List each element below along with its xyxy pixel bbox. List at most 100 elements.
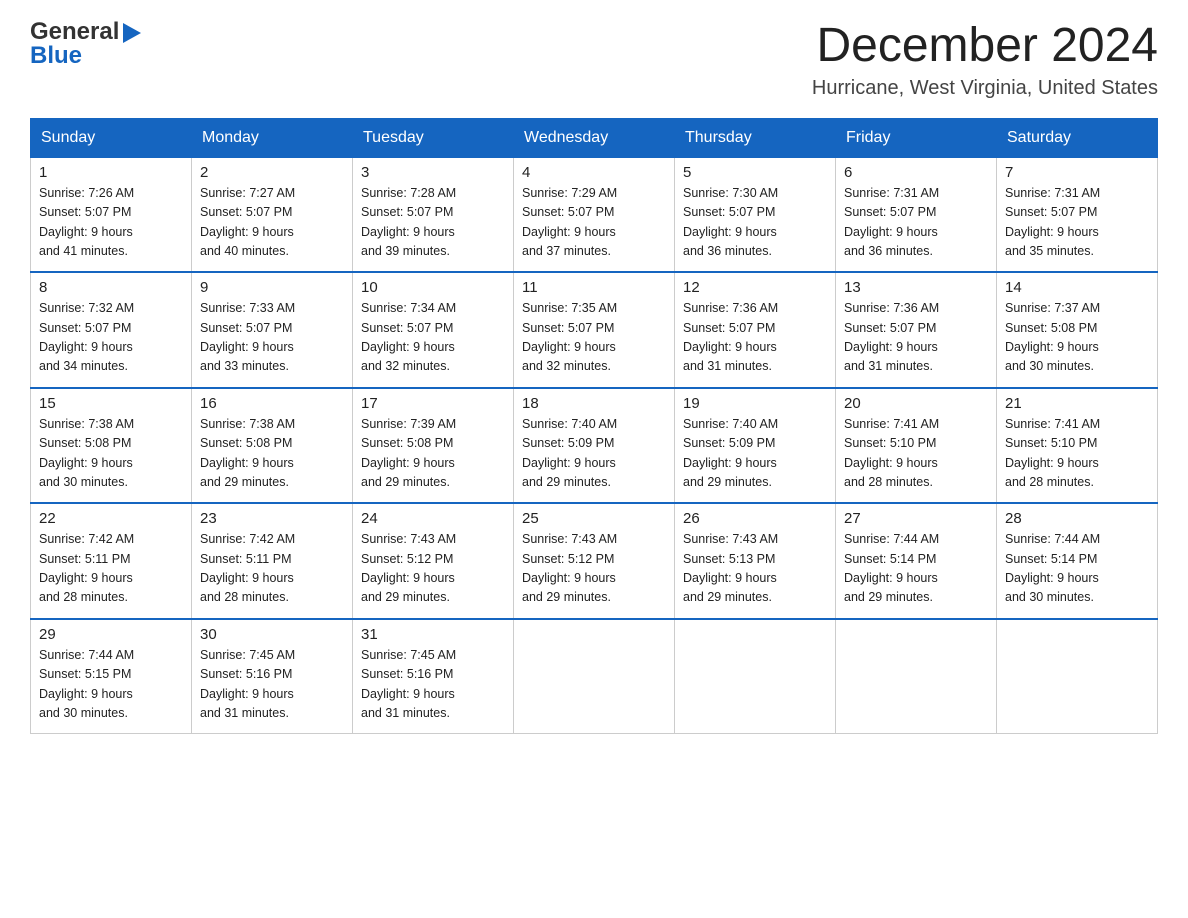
logo-arrow-icon (123, 23, 141, 43)
calendar-cell: 15 Sunrise: 7:38 AMSunset: 5:08 PMDayligh… (31, 388, 192, 504)
week-row-5: 29 Sunrise: 7:44 AMSunset: 5:15 PMDayligh… (31, 619, 1158, 734)
day-number: 29 (39, 626, 183, 643)
calendar-cell: 13 Sunrise: 7:36 AMSunset: 5:07 PMDayligh… (836, 272, 997, 388)
day-info: Sunrise: 7:34 AMSunset: 5:07 PMDaylight:… (361, 299, 505, 377)
day-info: Sunrise: 7:39 AMSunset: 5:08 PMDaylight:… (361, 415, 505, 493)
day-number: 30 (200, 626, 344, 643)
day-number: 21 (1005, 395, 1149, 412)
day-number: 26 (683, 510, 827, 527)
week-row-1: 1Sunrise: 7:26 AMSunset: 5:07 PMDaylight… (31, 157, 1158, 272)
day-number: 4 (522, 164, 666, 181)
day-header-saturday: Saturday (997, 118, 1158, 157)
day-number: 20 (844, 395, 988, 412)
week-row-2: 8Sunrise: 7:32 AMSunset: 5:07 PMDaylight… (31, 272, 1158, 388)
calendar-cell: 25 Sunrise: 7:43 AMSunset: 5:12 PMDayligh… (514, 503, 675, 619)
day-number: 14 (1005, 279, 1149, 296)
calendar-cell: 5Sunrise: 7:30 AMSunset: 5:07 PMDaylight… (675, 157, 836, 272)
day-info: Sunrise: 7:38 AMSunset: 5:08 PMDaylight:… (200, 415, 344, 493)
day-info: Sunrise: 7:27 AMSunset: 5:07 PMDaylight:… (200, 184, 344, 262)
day-number: 22 (39, 510, 183, 527)
day-info: Sunrise: 7:44 AMSunset: 5:15 PMDaylight:… (39, 646, 183, 724)
day-number: 19 (683, 395, 827, 412)
day-info: Sunrise: 7:26 AMSunset: 5:07 PMDaylight:… (39, 184, 183, 262)
day-number: 12 (683, 279, 827, 296)
location-title: Hurricane, West Virginia, United States (812, 77, 1158, 100)
calendar-cell: 10 Sunrise: 7:34 AMSunset: 5:07 PMDayligh… (353, 272, 514, 388)
day-number: 31 (361, 626, 505, 643)
day-info: Sunrise: 7:38 AMSunset: 5:08 PMDaylight:… (39, 415, 183, 493)
calendar-cell: 28Sunrise: 7:44 AMSunset: 5:14 PMDayligh… (997, 503, 1158, 619)
day-number: 25 (522, 510, 666, 527)
day-number: 17 (361, 395, 505, 412)
week-row-3: 15 Sunrise: 7:38 AMSunset: 5:08 PMDayligh… (31, 388, 1158, 504)
day-number: 13 (844, 279, 988, 296)
day-info: Sunrise: 7:30 AMSunset: 5:07 PMDaylight:… (683, 184, 827, 262)
calendar-cell: 21Sunrise: 7:41 AMSunset: 5:10 PMDayligh… (997, 388, 1158, 504)
calendar-table: SundayMondayTuesdayWednesdayThursdayFrid… (30, 118, 1158, 735)
month-title: December 2024 (812, 20, 1158, 73)
day-info: Sunrise: 7:35 AMSunset: 5:07 PMDaylight:… (522, 299, 666, 377)
day-number: 10 (361, 279, 505, 296)
logo-blue: Blue (30, 42, 82, 69)
calendar-cell (836, 619, 997, 734)
day-header-thursday: Thursday (675, 118, 836, 157)
day-number: 3 (361, 164, 505, 181)
day-info: Sunrise: 7:29 AMSunset: 5:07 PMDaylight:… (522, 184, 666, 262)
title-area: December 2024 Hurricane, West Virginia, … (812, 20, 1158, 100)
day-info: Sunrise: 7:40 AMSunset: 5:09 PMDaylight:… (683, 415, 827, 493)
calendar-cell: 20 Sunrise: 7:41 AMSunset: 5:10 PMDayligh… (836, 388, 997, 504)
day-number: 28 (1005, 510, 1149, 527)
page-header: General Blue December 2024 Hurricane, We… (30, 20, 1158, 100)
day-info: Sunrise: 7:43 AMSunset: 5:12 PMDaylight:… (522, 530, 666, 608)
day-info: Sunrise: 7:32 AMSunset: 5:07 PMDaylight:… (39, 299, 183, 377)
day-info: Sunrise: 7:28 AMSunset: 5:07 PMDaylight:… (361, 184, 505, 262)
calendar-cell: 23 Sunrise: 7:42 AMSunset: 5:11 PMDayligh… (192, 503, 353, 619)
day-info: Sunrise: 7:42 AMSunset: 5:11 PMDaylight:… (200, 530, 344, 608)
calendar-cell: 6 Sunrise: 7:31 AMSunset: 5:07 PMDaylight… (836, 157, 997, 272)
calendar-cell (997, 619, 1158, 734)
calendar-cell: 11Sunrise: 7:35 AMSunset: 5:07 PMDayligh… (514, 272, 675, 388)
day-number: 18 (522, 395, 666, 412)
day-header-tuesday: Tuesday (353, 118, 514, 157)
day-info: Sunrise: 7:41 AMSunset: 5:10 PMDaylight:… (844, 415, 988, 493)
calendar-cell: 7 Sunrise: 7:31 AMSunset: 5:07 PMDaylight… (997, 157, 1158, 272)
day-number: 9 (200, 279, 344, 296)
day-info: Sunrise: 7:37 AMSunset: 5:08 PMDaylight:… (1005, 299, 1149, 377)
day-number: 16 (200, 395, 344, 412)
day-header-wednesday: Wednesday (514, 118, 675, 157)
calendar-cell: 19 Sunrise: 7:40 AMSunset: 5:09 PMDayligh… (675, 388, 836, 504)
calendar-cell: 16 Sunrise: 7:38 AMSunset: 5:08 PMDayligh… (192, 388, 353, 504)
day-number: 15 (39, 395, 183, 412)
day-header-friday: Friday (836, 118, 997, 157)
day-info: Sunrise: 7:43 AMSunset: 5:13 PMDaylight:… (683, 530, 827, 608)
calendar-cell: 26 Sunrise: 7:43 AMSunset: 5:13 PMDayligh… (675, 503, 836, 619)
calendar-cell: 22Sunrise: 7:42 AMSunset: 5:11 PMDayligh… (31, 503, 192, 619)
day-info: Sunrise: 7:43 AMSunset: 5:12 PMDaylight:… (361, 530, 505, 608)
calendar-cell: 1Sunrise: 7:26 AMSunset: 5:07 PMDaylight… (31, 157, 192, 272)
week-row-4: 22 Sunrise: 7:42 AMSunset: 5:11 PMDayligh… (31, 503, 1158, 619)
day-number: 7 (1005, 164, 1149, 181)
calendar-cell: 14 Sunrise: 7:37 AMSunset: 5:08 PMDayligh… (997, 272, 1158, 388)
day-info: Sunrise: 7:31 AMSunset: 5:07 PMDaylight:… (844, 184, 988, 262)
day-info: Sunrise: 7:40 AMSunset: 5:09 PMDaylight:… (522, 415, 666, 493)
day-info: Sunrise: 7:36 AMSunset: 5:07 PMDaylight:… (844, 299, 988, 377)
calendar-cell: 29 Sunrise: 7:44 AMSunset: 5:15 PMDayligh… (31, 619, 192, 734)
calendar-cell: 8Sunrise: 7:32 AMSunset: 5:07 PMDaylight… (31, 272, 192, 388)
calendar-cell: 18 Sunrise: 7:40 AMSunset: 5:09 PMDayligh… (514, 388, 675, 504)
calendar-cell: 9Sunrise: 7:33 AMSunset: 5:07 PMDaylight… (192, 272, 353, 388)
calendar-cell (675, 619, 836, 734)
calendar-cell: 30Sunrise: 7:45 AMSunset: 5:16 PMDayligh… (192, 619, 353, 734)
day-info: Sunrise: 7:36 AMSunset: 5:07 PMDaylight:… (683, 299, 827, 377)
day-number: 23 (200, 510, 344, 527)
calendar-cell: 24 Sunrise: 7:43 AMSunset: 5:12 PMDayligh… (353, 503, 514, 619)
day-info: Sunrise: 7:44 AMSunset: 5:14 PMDaylight:… (844, 530, 988, 608)
day-number: 24 (361, 510, 505, 527)
day-header-sunday: Sunday (31, 118, 192, 157)
calendar-cell (514, 619, 675, 734)
calendar-cell: 12 Sunrise: 7:36 AMSunset: 5:07 PMDayligh… (675, 272, 836, 388)
calendar-cell: 27Sunrise: 7:44 AMSunset: 5:14 PMDayligh… (836, 503, 997, 619)
calendar-cell: 2Sunrise: 7:27 AMSunset: 5:07 PMDaylight… (192, 157, 353, 272)
day-info: Sunrise: 7:31 AMSunset: 5:07 PMDaylight:… (1005, 184, 1149, 262)
day-number: 6 (844, 164, 988, 181)
calendar-cell: 4 Sunrise: 7:29 AMSunset: 5:07 PMDaylight… (514, 157, 675, 272)
